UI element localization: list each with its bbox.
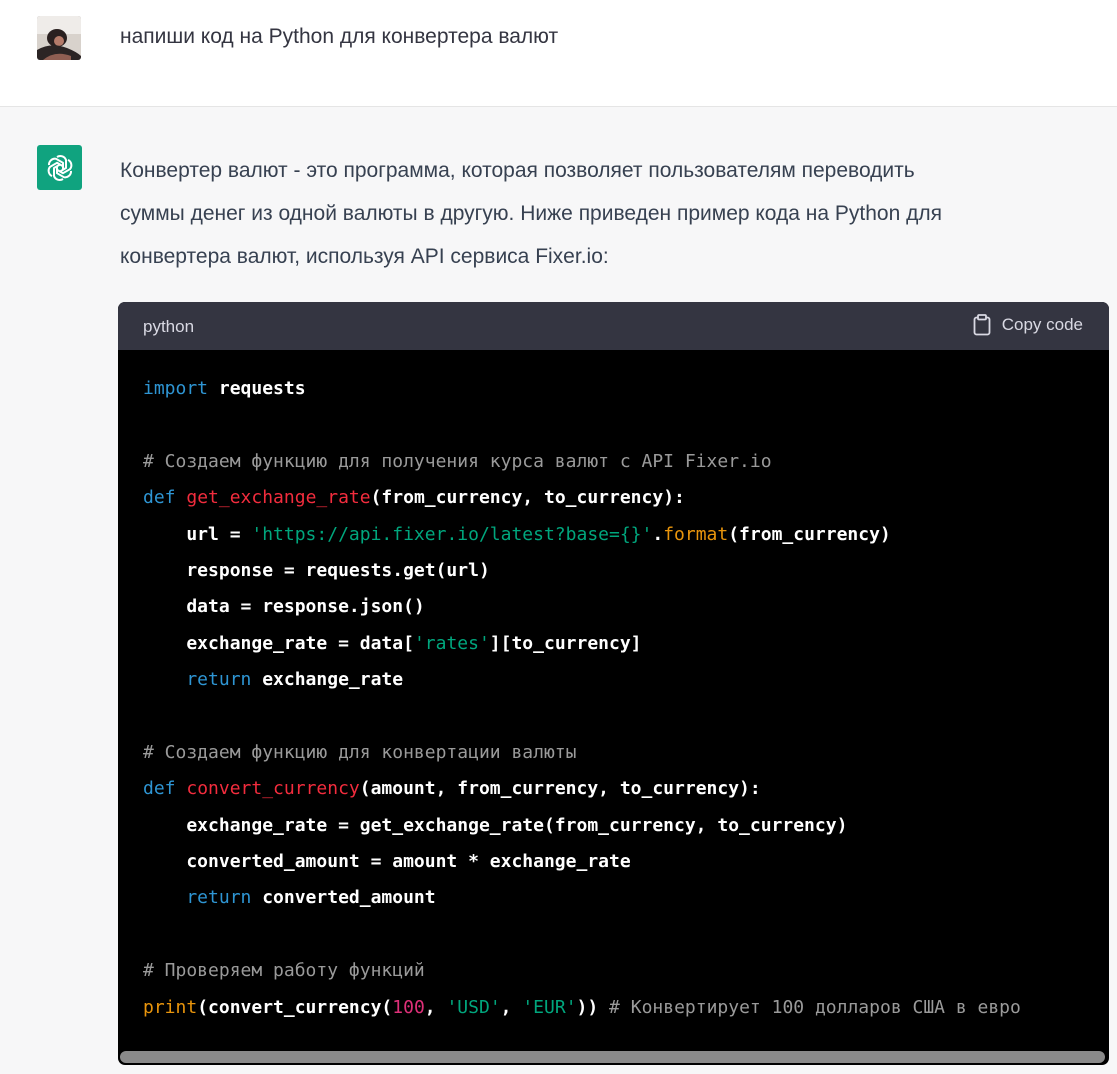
code-token: 'https://api.fixer.io/latest?base={}' <box>251 523 653 545</box>
code-token: # Создаем функцию для получения курса ва… <box>143 450 772 472</box>
clipboard-icon <box>973 314 991 336</box>
code-token: 'rates' <box>413 632 490 654</box>
chat-page: напиши код на Python для конвертера валю… <box>0 0 1117 1074</box>
code-line: def get_exchange_rate(from_currency, to_… <box>143 480 1021 516</box>
code-token: exchange_rate = get_exchange_rate(from_c… <box>143 814 848 836</box>
code-token: def <box>143 778 176 800</box>
code-token: print <box>143 996 198 1018</box>
code-token: converted_amount <box>251 887 436 909</box>
code-token: return <box>143 887 252 909</box>
code-token: (from_currency, to_currency): <box>370 487 685 509</box>
code-token: get_exchange_rate <box>186 487 371 509</box>
code-token: data = response.json() <box>143 596 425 618</box>
code-line: # Проверяем работу функций <box>143 953 1021 989</box>
code-token: import <box>143 378 209 399</box>
code-token: , <box>424 996 447 1018</box>
assistant-text-line: конвертера валют, используя API сервиса … <box>120 245 609 268</box>
code-token: exchange_rate <box>251 669 404 691</box>
code-line: print(convert_currency(100, 'USD', 'EUR'… <box>143 990 1021 1026</box>
code-block-header: python Copy code <box>118 302 1109 350</box>
code-token: def <box>143 487 176 509</box>
code-content: import requests # Создаем функцию для по… <box>143 371 1021 1026</box>
assistant-avatar <box>37 145 82 190</box>
assistant-text-line: Конвертер валют - это программа, которая… <box>120 159 915 182</box>
horizontal-scrollbar[interactable] <box>120 1051 1105 1063</box>
user-photo-icon <box>37 16 81 60</box>
code-token: ][to_currency] <box>489 632 642 654</box>
code-token: . <box>652 523 664 545</box>
code-line: # Создаем функцию для получения курса ва… <box>143 444 1021 480</box>
code-token: 'EUR' <box>522 996 577 1018</box>
code-line: # Создаем функцию для конвертации валюты <box>143 735 1021 771</box>
code-line: exchange_rate = get_exchange_rate(from_c… <box>143 808 1021 844</box>
assistant-message-row: Конвертер валют - это программа, которая… <box>0 107 1117 1074</box>
user-message-text: напиши код на Python для конвертера валю… <box>120 25 559 48</box>
code-token: (from_currency) <box>728 523 891 545</box>
code-line: exchange_rate = data['rates'][to_currenc… <box>143 626 1021 662</box>
code-token: exchange_rate = data[ <box>143 632 414 654</box>
code-line: import requests <box>143 371 1021 407</box>
code-token: return <box>143 669 252 691</box>
user-message-row: напиши код на Python для конвертера валю… <box>0 0 1117 107</box>
code-token: )) <box>576 996 599 1018</box>
code-token: (amount, from_currency, to_currency): <box>359 778 761 800</box>
code-token: converted_amount = amount * exchange_rat… <box>143 851 631 873</box>
code-token: url = <box>143 523 252 545</box>
assistant-text-line: суммы денег из одной валюты в другую. Ни… <box>120 202 942 225</box>
code-line: data = response.json() <box>143 589 1021 625</box>
copy-code-button[interactable]: Copy code <box>972 314 1083 336</box>
code-token: , <box>500 996 523 1018</box>
code-token: # Конвертирует 100 долларов США в евро <box>598 996 1021 1018</box>
code-block: python Copy code import requests # Созда… <box>118 302 1109 1065</box>
code-token: 'USD' <box>446 996 501 1018</box>
user-avatar <box>37 16 81 60</box>
code-language-label: python <box>143 317 195 336</box>
code-token: requests <box>208 378 306 399</box>
code-token: (convert_currency( <box>197 996 393 1018</box>
code-token: convert_currency <box>186 778 360 800</box>
assistant-message-text: Конвертер валют - это программа, которая… <box>120 149 1080 278</box>
code-line: return exchange_rate <box>143 662 1021 698</box>
openai-logo-icon <box>47 154 72 181</box>
code-line: response = requests.get(url) <box>143 553 1021 589</box>
code-token: 100 <box>392 996 425 1018</box>
code-line: converted_amount = amount * exchange_rat… <box>143 844 1021 880</box>
code-line: return converted_amount <box>143 880 1021 916</box>
code-token: # Проверяем работу функций <box>143 960 425 982</box>
code-token: # Создаем функцию для конвертации валюты <box>143 741 577 763</box>
code-token: format <box>663 523 729 545</box>
code-line: url = 'https://api.fixer.io/latest?base=… <box>143 517 1021 553</box>
code-line: def convert_currency(amount, from_curren… <box>143 771 1021 807</box>
code-token: response = requests.get(url) <box>143 559 490 581</box>
copy-code-label: Copy code <box>1001 315 1083 334</box>
